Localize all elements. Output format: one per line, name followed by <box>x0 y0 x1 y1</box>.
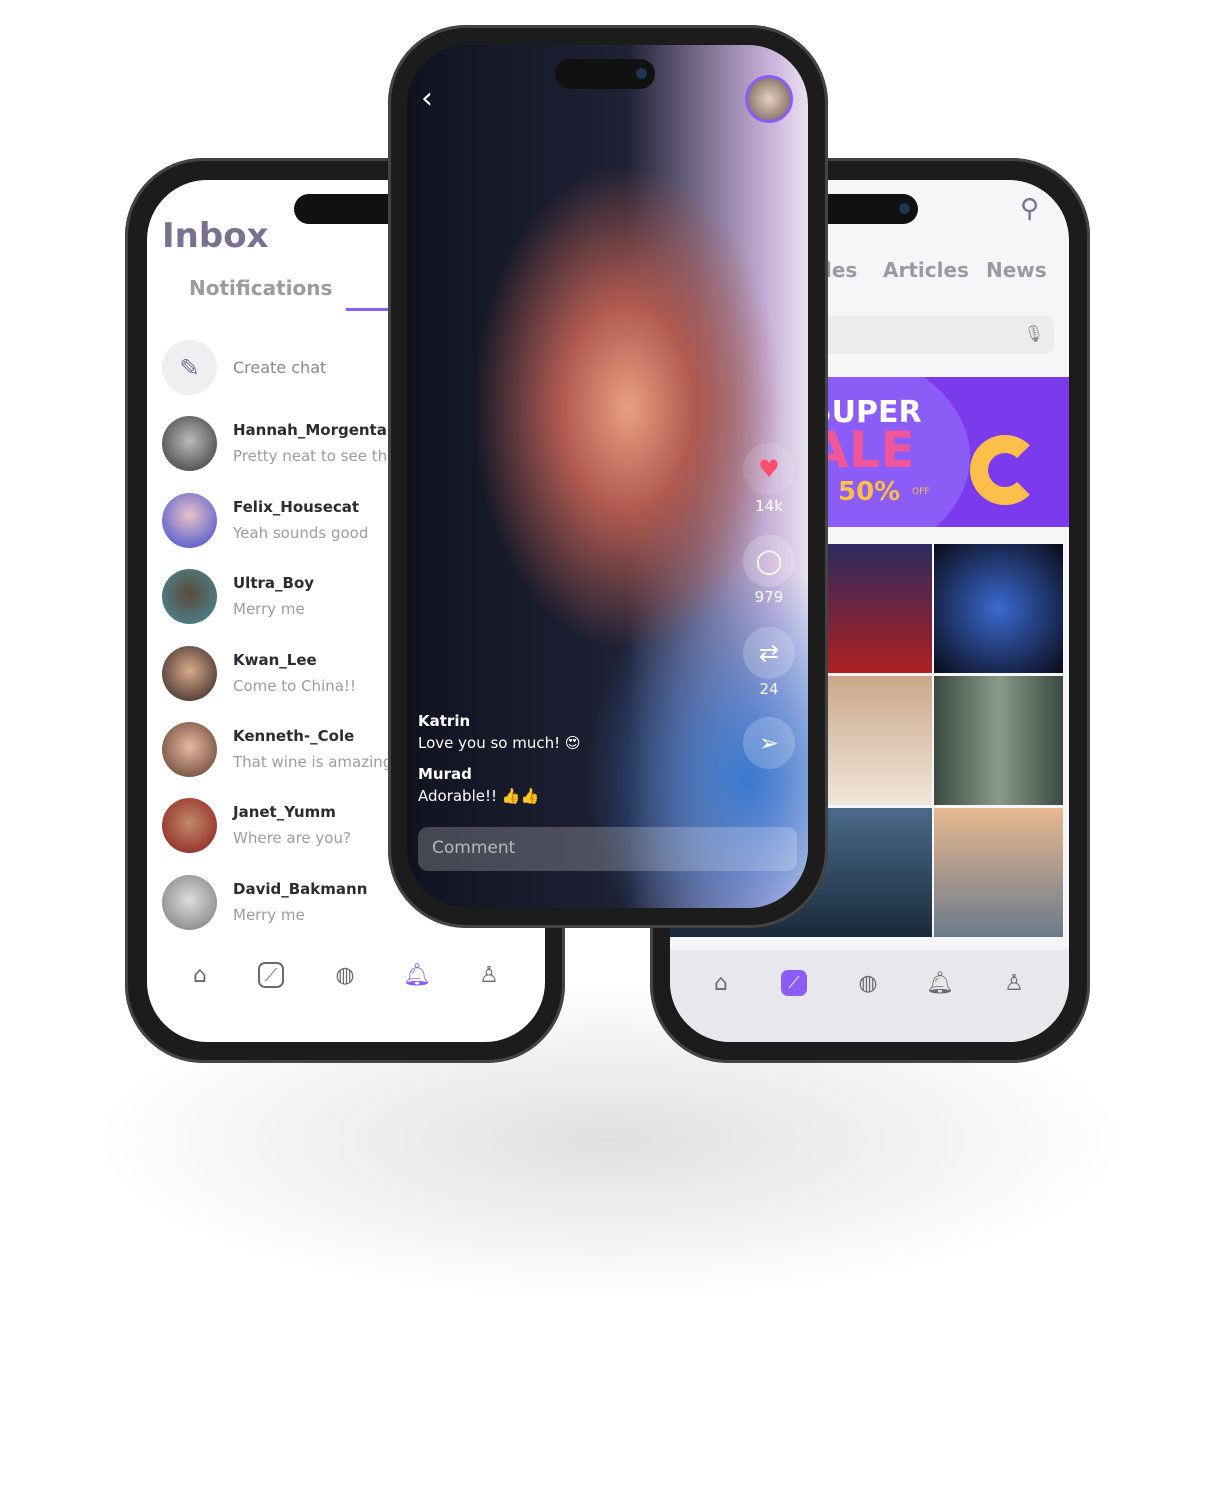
chat-name: Felix_Housecat <box>233 498 360 516</box>
avatar <box>162 646 217 701</box>
chat-name: Kwan_Lee <box>233 651 317 669</box>
search-icon[interactable]: ⚲ <box>1020 194 1039 224</box>
chat-message: That wine is amazing! <box>233 753 399 771</box>
create-chat-label: Create chat <box>233 358 327 377</box>
camera-icon <box>636 68 647 79</box>
page-title: Inbox <box>162 216 269 256</box>
microphone-icon[interactable]: 🎙︎ <box>1024 324 1044 343</box>
chat-message: Pretty neat to see the <box>233 447 397 465</box>
grid-image[interactable] <box>934 808 1063 937</box>
compass-icon[interactable]: ⟋ <box>258 962 284 988</box>
chat-message: Merry me <box>233 600 305 618</box>
avatar <box>162 722 217 777</box>
tab-notifications[interactable]: Notifications <box>189 276 332 300</box>
dynamic-island <box>555 59 655 89</box>
bell-icon[interactable]: 🔔︎ <box>403 962 431 988</box>
grid-image[interactable] <box>934 544 1063 673</box>
chat-name: Hannah_Morgental <box>233 421 392 439</box>
avatar <box>162 569 217 624</box>
avatar <box>162 798 217 853</box>
chat-name: Ultra_Boy <box>233 574 315 592</box>
banner-off: OFF <box>912 487 930 497</box>
globe-icon[interactable]: ◍ <box>855 970 881 996</box>
comments-count: 979 <box>754 588 784 606</box>
chat-message: Merry me <box>233 906 305 924</box>
bottom-nav: ⌂ ⟋ ◍ 🔔︎ ♙ <box>670 950 1069 1042</box>
bottom-nav: ⌂ ⟋ ◍ 🔔︎ ♙ <box>147 962 545 1032</box>
grid-image[interactable] <box>934 676 1063 805</box>
like-button[interactable]: ♥ <box>743 443 795 495</box>
comment-author: Katrin <box>418 712 471 730</box>
compass-icon[interactable]: ⟋ <box>781 970 807 996</box>
story-phone: ‹ ♥ 14k ◯ 979 ⇄ 24 ➢ Katrin Love you so … <box>388 25 828 928</box>
camera-icon <box>899 203 910 214</box>
comment-author: Murad <box>418 765 472 783</box>
send-icon[interactable]: ➢ <box>743 717 795 769</box>
author-avatar[interactable] <box>745 75 793 123</box>
chat-message: Come to China!! <box>233 677 356 695</box>
comment-icon[interactable]: ◯ <box>743 535 795 587</box>
globe-icon[interactable]: ◍ <box>332 962 358 988</box>
comment-input[interactable]: Comment <box>418 827 797 871</box>
story-screen: ‹ ♥ 14k ◯ 979 ⇄ 24 ➢ Katrin Love you so … <box>407 45 808 908</box>
reposts-count: 24 <box>759 680 779 698</box>
grid-image[interactable] <box>828 544 932 673</box>
avatar <box>162 416 217 471</box>
home-icon[interactable]: ⌂ <box>708 970 734 996</box>
tab-news[interactable]: News <box>986 258 1047 282</box>
chat-name: Kenneth-_Cole <box>233 727 355 745</box>
back-icon[interactable]: ‹ <box>421 81 433 116</box>
comment-text: Adorable!! 👍👍 <box>418 787 540 805</box>
profile-icon[interactable]: ♙ <box>476 962 502 988</box>
chat-message: Yeah sounds good <box>233 524 369 542</box>
tab-articles[interactable]: Articles <box>883 258 969 282</box>
likes-count: 14k <box>755 497 783 515</box>
comment-text: Love you so much! 😍 <box>418 734 581 752</box>
chat-name: Janet_Yumm <box>233 803 336 821</box>
avatar <box>162 875 217 930</box>
chat-name: David_Bakmann <box>233 880 368 898</box>
grid-image[interactable] <box>828 676 932 805</box>
banner-discount: 50% <box>838 477 901 507</box>
repost-icon[interactable]: ⇄ <box>743 627 795 679</box>
chat-message: Where are you? <box>233 829 351 847</box>
tab-profiles[interactable]: les <box>825 258 857 282</box>
avatar <box>162 493 217 548</box>
bell-icon[interactable]: 🔔︎ <box>926 970 954 996</box>
edit-icon: ✎ <box>162 340 217 395</box>
profile-icon[interactable]: ♙ <box>1001 970 1027 996</box>
home-icon[interactable]: ⌂ <box>187 962 213 988</box>
